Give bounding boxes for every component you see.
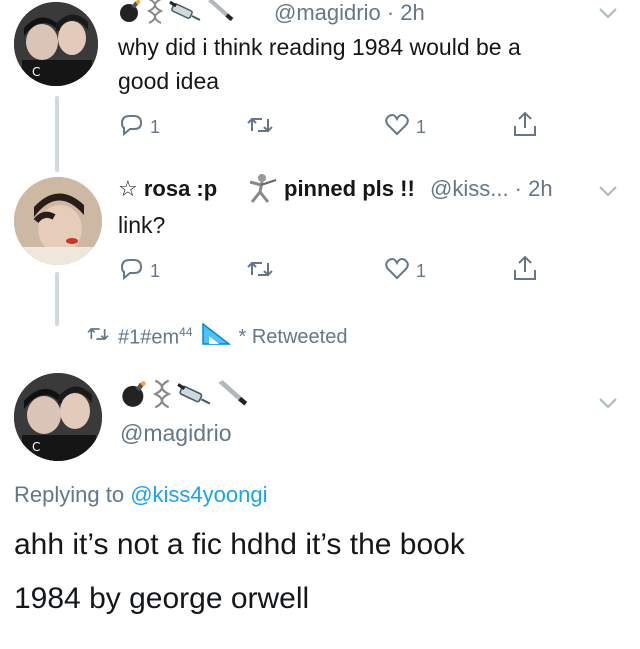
retweeted-bar[interactable]: #1#em44 * Retweeted bbox=[86, 322, 347, 352]
replying-to-handle[interactable]: @kiss4yoongi bbox=[130, 482, 267, 507]
dna-icon bbox=[146, 0, 164, 29]
reply-count: 1 bbox=[150, 117, 161, 137]
syringe-icon bbox=[176, 379, 212, 414]
reply-button[interactable]: 1 bbox=[118, 113, 160, 142]
share-icon bbox=[512, 254, 538, 287]
retweet-button[interactable] bbox=[246, 257, 274, 286]
knife-icon bbox=[206, 0, 234, 29]
replying-to: Replying to @kiss4yoongi bbox=[14, 482, 268, 508]
ruler-icon bbox=[201, 322, 231, 352]
retweet-button[interactable] bbox=[246, 113, 274, 142]
like-button[interactable]: 1 bbox=[384, 113, 426, 142]
share-button[interactable] bbox=[512, 254, 538, 287]
retweet-icon bbox=[246, 257, 274, 286]
reply-icon bbox=[118, 257, 144, 286]
dna-icon bbox=[152, 379, 172, 414]
replying-to-label: Replying to bbox=[14, 482, 125, 507]
author-handle[interactable]: @magidrio bbox=[120, 420, 232, 447]
display-name[interactable]: ☆ rosa :p bbox=[118, 176, 217, 202]
bomb-icon bbox=[118, 0, 142, 28]
main-tweet-text-line: ahh it’s not a fic hdhd it’s the book bbox=[14, 528, 465, 561]
like-icon bbox=[384, 113, 410, 142]
svg-text:C: C bbox=[32, 440, 40, 454]
tweet-text: link? bbox=[118, 212, 166, 238]
fencer-icon bbox=[246, 172, 278, 209]
tweet-text-line: good idea bbox=[118, 68, 220, 94]
reply-count: 1 bbox=[150, 261, 161, 281]
display-name-suffix[interactable]: pinned pls !! bbox=[284, 176, 415, 202]
tweet-handle-time[interactable]: @magidrio · 2h bbox=[274, 0, 425, 26]
like-count: 1 bbox=[416, 117, 427, 137]
emoji-row bbox=[120, 378, 248, 414]
retweeter-superscript: 44 bbox=[179, 324, 193, 339]
like-button[interactable]: 1 bbox=[384, 257, 426, 286]
share-icon bbox=[512, 110, 538, 143]
tweet-text-line: why did i think reading 1984 would be a bbox=[118, 34, 521, 60]
main-tweet-text-line: 1984 by george orwell bbox=[14, 582, 310, 615]
avatar[interactable]: C bbox=[14, 373, 102, 461]
like-icon bbox=[384, 257, 410, 286]
retweeted-label: * Retweeted bbox=[238, 325, 348, 348]
chevron-down-icon[interactable] bbox=[598, 184, 618, 202]
reply-icon bbox=[118, 113, 144, 142]
avatar[interactable]: C bbox=[14, 2, 98, 86]
avatar[interactable] bbox=[14, 177, 102, 265]
knife-icon bbox=[216, 379, 248, 414]
emoji-row bbox=[118, 0, 234, 28]
thread-line bbox=[55, 96, 59, 172]
share-button[interactable] bbox=[512, 110, 538, 143]
thread-line bbox=[55, 272, 59, 326]
retweet-icon bbox=[86, 324, 110, 350]
chevron-down-icon[interactable] bbox=[598, 6, 618, 24]
retweet-icon bbox=[246, 113, 274, 142]
syringe-icon bbox=[168, 0, 202, 29]
reply-button[interactable]: 1 bbox=[118, 257, 160, 286]
like-count: 1 bbox=[416, 261, 427, 281]
retweeter-name: #1#em44 bbox=[118, 324, 193, 349]
svg-text:C: C bbox=[32, 65, 40, 79]
bomb-icon bbox=[120, 380, 148, 413]
tweet-handle-time[interactable]: @kiss... · 2h bbox=[430, 176, 553, 202]
chevron-down-icon[interactable] bbox=[598, 396, 618, 414]
